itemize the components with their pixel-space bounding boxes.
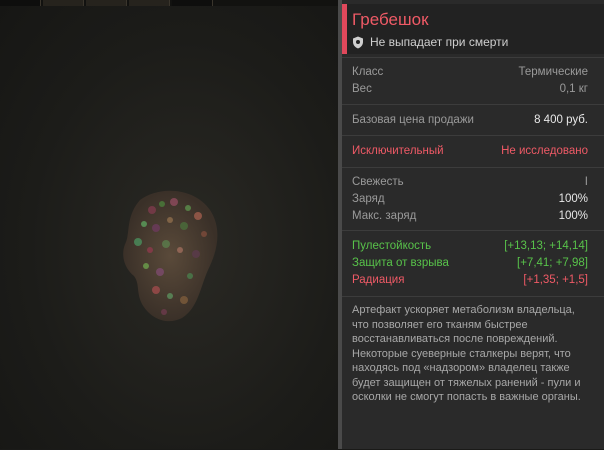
stat-row-freshness: Свежесть I (352, 176, 588, 188)
stat-row-charge: Заряд 100% (352, 193, 588, 205)
stat-row-weight: Вес 0,1 кг (352, 83, 588, 95)
stat-row-radiation: Радиация [+1,35; +1,5] (352, 274, 588, 286)
stat-row-rarity: Исключительный Не исследовано (352, 145, 588, 157)
stat-value: [+13,13; +14,14] (504, 240, 588, 252)
effects-section: Пулестойкость [+13,13; +14,14] Защита от… (342, 230, 604, 297)
hotbar-slot[interactable] (43, 0, 84, 6)
rarity-accent-bar (342, 4, 347, 54)
hotbar-slot[interactable] (86, 0, 127, 6)
stat-row-explosion-protection: Защита от взрыва [+7,41; +7,98] (352, 257, 588, 269)
artifact-model[interactable] (100, 180, 240, 330)
stat-row-max-charge: Макс. заряд 100% (352, 210, 588, 222)
rarity-section: Исключительный Не исследовано (342, 135, 604, 168)
hotbar-slot[interactable] (129, 0, 170, 6)
item-info-panel: Гребешок Не выпадает при смерти Класс Те… (342, 0, 604, 449)
death-drop-note: Не выпадает при смерти (352, 35, 508, 49)
death-drop-label: Не выпадает при смерти (370, 35, 509, 49)
rarity-label: Исключительный (352, 145, 444, 157)
stat-key: Вес (352, 83, 372, 95)
item-title: Гребешок (352, 10, 429, 29)
stat-value: 0,1 кг (559, 83, 588, 95)
stat-key: Макс. заряд (352, 210, 417, 222)
stat-row-bullet-resistance: Пулестойкость [+13,13; +14,14] (352, 240, 588, 252)
stat-value: I (584, 176, 588, 188)
hotbar-slot[interactable] (0, 0, 41, 6)
top-hotbar (0, 0, 338, 6)
item-preview-viewport[interactable] (0, 0, 338, 449)
hotbar-slot[interactable] (172, 0, 213, 6)
price-section: Базовая цена продажи 8 400 руб. (342, 104, 604, 136)
stat-value: [+7,41; +7,98] (517, 257, 588, 269)
stat-value: Термические (518, 66, 589, 78)
basic-section: Класс Термические Вес 0,1 кг (342, 57, 604, 105)
stat-value: [+1,35; +1,5] (523, 274, 588, 286)
item-description: Артефакт ускоряет метаболизм владельца, … (352, 304, 581, 403)
stat-key: Заряд (352, 193, 385, 205)
stat-row-price: Базовая цена продажи 8 400 руб. (352, 114, 588, 126)
stat-key: Класс (352, 66, 384, 78)
stat-key: Радиация (352, 274, 405, 286)
stat-row-class: Класс Термические (352, 66, 588, 78)
charge-section: Свежесть I Заряд 100% Макс. заряд 100% (342, 167, 604, 231)
stat-key: Пулестойкость (352, 240, 432, 252)
stat-key: Базовая цена продажи (352, 114, 474, 126)
stat-value: 100% (558, 193, 588, 205)
shield-icon (353, 36, 363, 48)
stat-value: 100% (558, 210, 588, 222)
stat-value: 8 400 руб. (534, 114, 588, 126)
item-header: Гребешок Не выпадает при смерти (342, 4, 604, 54)
stat-key: Свежесть (352, 176, 404, 188)
research-status: Не исследовано (501, 145, 588, 157)
stat-key: Защита от взрыва (352, 257, 449, 269)
